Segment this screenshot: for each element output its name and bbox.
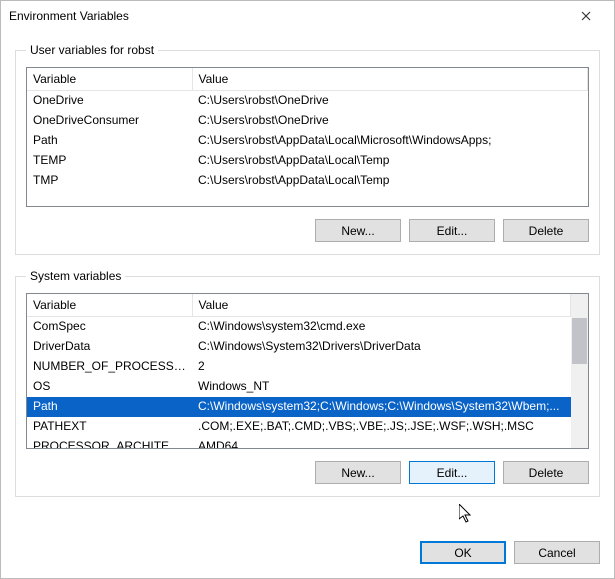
- user-variables-group: User variables for robst Variable Value …: [15, 43, 600, 255]
- user-variables-buttons: New... Edit... Delete: [26, 207, 589, 244]
- user-variables-legend: User variables for robst: [26, 43, 158, 57]
- table-row[interactable]: ComSpecC:\Windows\system32\cmd.exe: [27, 316, 571, 337]
- column-header-variable[interactable]: Variable: [27, 68, 192, 90]
- ok-button[interactable]: OK: [420, 541, 506, 564]
- close-icon: [581, 11, 591, 21]
- cell-variable: ComSpec: [27, 316, 192, 337]
- cell-variable: Path: [27, 397, 192, 417]
- close-button[interactable]: [566, 2, 606, 30]
- table-row[interactable]: PathC:\Users\robst\AppData\Local\Microso…: [27, 131, 588, 151]
- system-variables-table[interactable]: Variable Value ComSpecC:\Windows\system3…: [27, 294, 571, 449]
- system-variables-buttons: New... Edit... Delete: [26, 449, 589, 486]
- user-new-button[interactable]: New...: [315, 219, 401, 242]
- table-header-row: Variable Value: [27, 68, 588, 90]
- user-variables-table[interactable]: Variable Value OneDriveC:\Users\robst\On…: [27, 68, 588, 191]
- system-delete-button[interactable]: Delete: [503, 461, 589, 484]
- column-header-value[interactable]: Value: [192, 68, 588, 90]
- scrollbar-thumb[interactable]: [572, 318, 587, 364]
- cell-value: C:\Users\robst\OneDrive: [192, 111, 588, 131]
- dialog-footer: OK Cancel: [1, 533, 614, 578]
- table-row[interactable]: OneDriveC:\Users\robst\OneDrive: [27, 90, 588, 111]
- environment-variables-dialog: Environment Variables User variables for…: [0, 0, 615, 579]
- user-variables-table-wrap: Variable Value OneDriveC:\Users\robst\On…: [26, 67, 589, 207]
- cell-value: C:\Windows\System32\Drivers\DriverData: [192, 337, 571, 357]
- cell-variable: PATHEXT: [27, 417, 192, 437]
- cell-value: C:\Users\robst\AppData\Local\Temp: [192, 151, 588, 171]
- system-variables-group: System variables Variable Value ComSpecC…: [15, 269, 600, 497]
- cell-value: Windows_NT: [192, 377, 571, 397]
- system-new-button[interactable]: New...: [315, 461, 401, 484]
- dialog-content: User variables for robst Variable Value …: [1, 31, 614, 533]
- table-row[interactable]: DriverDataC:\Windows\System32\Drivers\Dr…: [27, 337, 571, 357]
- cell-variable: OS: [27, 377, 192, 397]
- cancel-button[interactable]: Cancel: [514, 541, 600, 564]
- cell-value: C:\Users\robst\AppData\Local\Microsoft\W…: [192, 131, 588, 151]
- table-row[interactable]: PathC:\Windows\system32;C:\Windows;C:\Wi…: [27, 397, 571, 417]
- column-header-variable[interactable]: Variable: [27, 294, 192, 316]
- cell-variable: OneDrive: [27, 90, 192, 111]
- cell-value: C:\Windows\system32;C:\Windows;C:\Window…: [192, 397, 571, 417]
- cell-value: C:\Users\robst\OneDrive: [192, 90, 588, 111]
- system-edit-button[interactable]: Edit...: [409, 461, 495, 484]
- cell-value: C:\Users\robst\AppData\Local\Temp: [192, 171, 588, 191]
- table-row[interactable]: OSWindows_NT: [27, 377, 571, 397]
- titlebar: Environment Variables: [1, 1, 614, 31]
- cell-variable: PROCESSOR_ARCHITECTURE: [27, 437, 192, 450]
- cell-value: .COM;.EXE;.BAT;.CMD;.VBS;.VBE;.JS;.JSE;.…: [192, 417, 571, 437]
- system-variables-legend: System variables: [26, 269, 125, 283]
- user-edit-button[interactable]: Edit...: [409, 219, 495, 242]
- window-title: Environment Variables: [9, 9, 566, 23]
- table-row[interactable]: NUMBER_OF_PROCESSORS2: [27, 357, 571, 377]
- table-row[interactable]: TMPC:\Users\robst\AppData\Local\Temp: [27, 171, 588, 191]
- cell-value: AMD64: [192, 437, 571, 450]
- table-row[interactable]: OneDriveConsumerC:\Users\robst\OneDrive: [27, 111, 588, 131]
- system-variables-table-wrap: Variable Value ComSpecC:\Windows\system3…: [26, 293, 589, 449]
- table-row[interactable]: TEMPC:\Users\robst\AppData\Local\Temp: [27, 151, 588, 171]
- cell-variable: TEMP: [27, 151, 192, 171]
- cell-value: C:\Windows\system32\cmd.exe: [192, 316, 571, 337]
- cell-variable: OneDriveConsumer: [27, 111, 192, 131]
- table-header-row: Variable Value: [27, 294, 571, 316]
- table-row[interactable]: PROCESSOR_ARCHITECTUREAMD64: [27, 437, 571, 450]
- cell-value: 2: [192, 357, 571, 377]
- scrollbar-vertical[interactable]: [571, 294, 588, 448]
- cell-variable: NUMBER_OF_PROCESSORS: [27, 357, 192, 377]
- cell-variable: Path: [27, 131, 192, 151]
- table-row[interactable]: PATHEXT.COM;.EXE;.BAT;.CMD;.VBS;.VBE;.JS…: [27, 417, 571, 437]
- cell-variable: DriverData: [27, 337, 192, 357]
- cell-variable: TMP: [27, 171, 192, 191]
- column-header-value[interactable]: Value: [192, 294, 571, 316]
- user-delete-button[interactable]: Delete: [503, 219, 589, 242]
